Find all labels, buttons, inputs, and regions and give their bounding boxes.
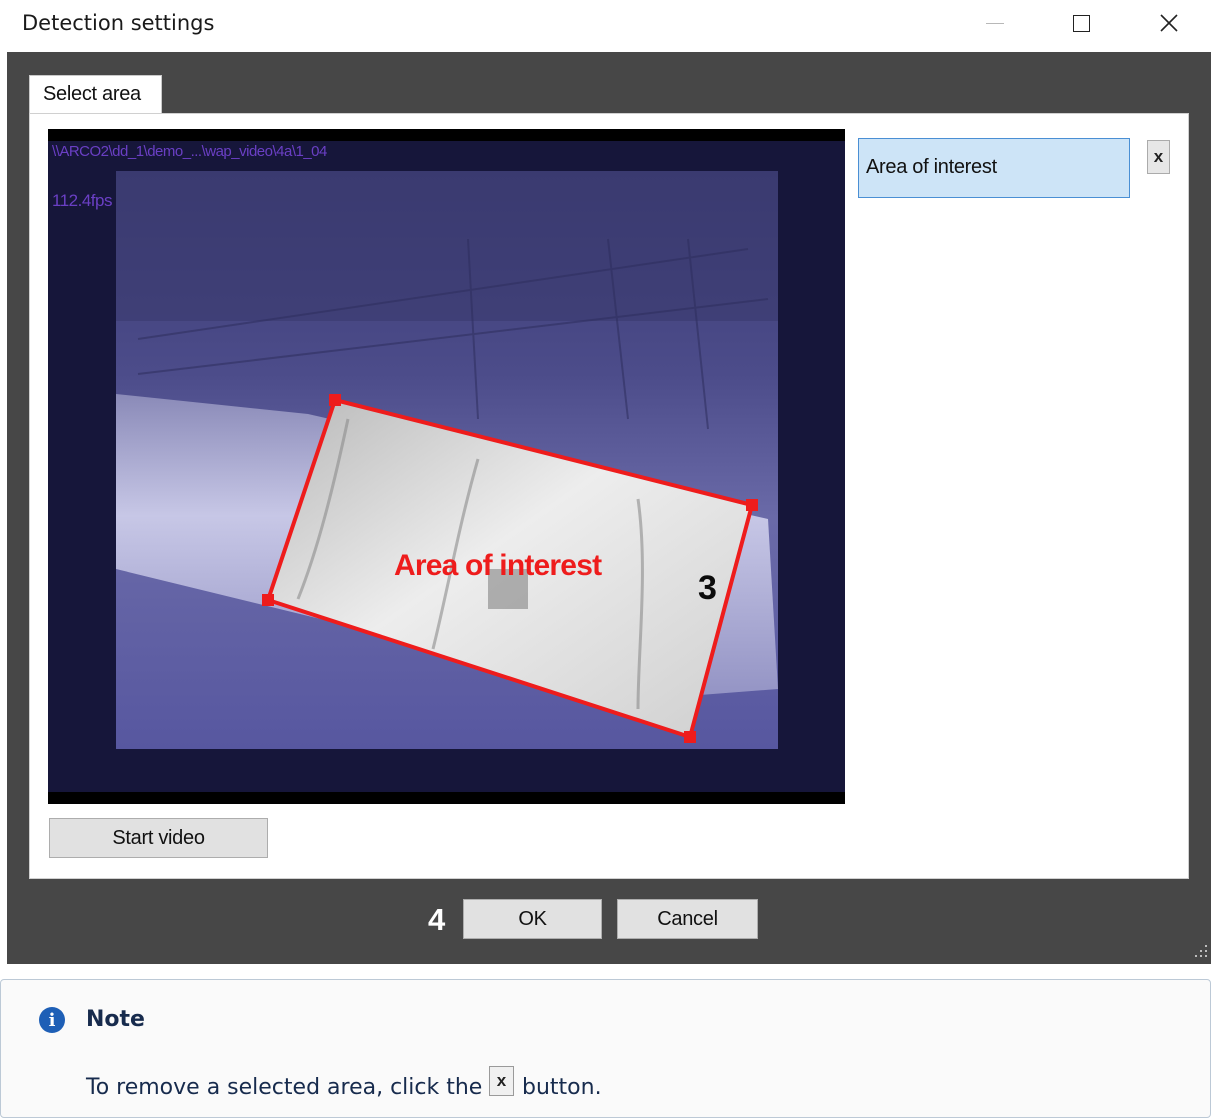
video-top-strip bbox=[48, 129, 845, 141]
note-remove-button-image: x bbox=[489, 1066, 514, 1096]
video-timeline[interactable] bbox=[48, 792, 845, 804]
maximize-button[interactable] bbox=[1052, 0, 1110, 46]
video-fps-overlay: 112.4fps bbox=[52, 191, 112, 210]
camera-frame bbox=[48, 129, 845, 804]
video-path-overlay: \\ARCO2\dd_1\demo_...\wap_video\4a\1_04 bbox=[52, 143, 327, 160]
callout-3: 3 bbox=[698, 569, 717, 607]
start-video-button[interactable]: Start video bbox=[49, 818, 268, 858]
minimize-icon bbox=[986, 22, 1004, 24]
tab-select-area-label: Select area bbox=[43, 83, 141, 105]
close-icon bbox=[1160, 14, 1178, 32]
info-icon: i bbox=[39, 1007, 65, 1033]
area-list-item-label: Area of interest bbox=[866, 156, 997, 178]
close-button[interactable] bbox=[1140, 0, 1198, 46]
minimize-button[interactable] bbox=[966, 0, 1024, 46]
note-text-end: button. bbox=[522, 1075, 602, 1100]
ok-button[interactable]: OK bbox=[463, 899, 602, 939]
note-title: Note bbox=[86, 1007, 145, 1032]
video-preview[interactable]: \\ARCO2\dd_1\demo_...\wap_video\4a\1_04 … bbox=[48, 129, 845, 804]
remove-area-button[interactable]: x bbox=[1147, 140, 1170, 174]
note-text: To remove a selected area, click the bbox=[86, 1075, 483, 1100]
region-label: Area of interest bbox=[394, 549, 602, 582]
maximize-icon bbox=[1072, 14, 1090, 32]
resize-grip-icon[interactable] bbox=[1194, 942, 1210, 962]
cancel-button[interactable]: Cancel bbox=[617, 899, 758, 939]
callout-4: 4 bbox=[428, 902, 446, 937]
window-title: Detection settings bbox=[22, 11, 215, 35]
